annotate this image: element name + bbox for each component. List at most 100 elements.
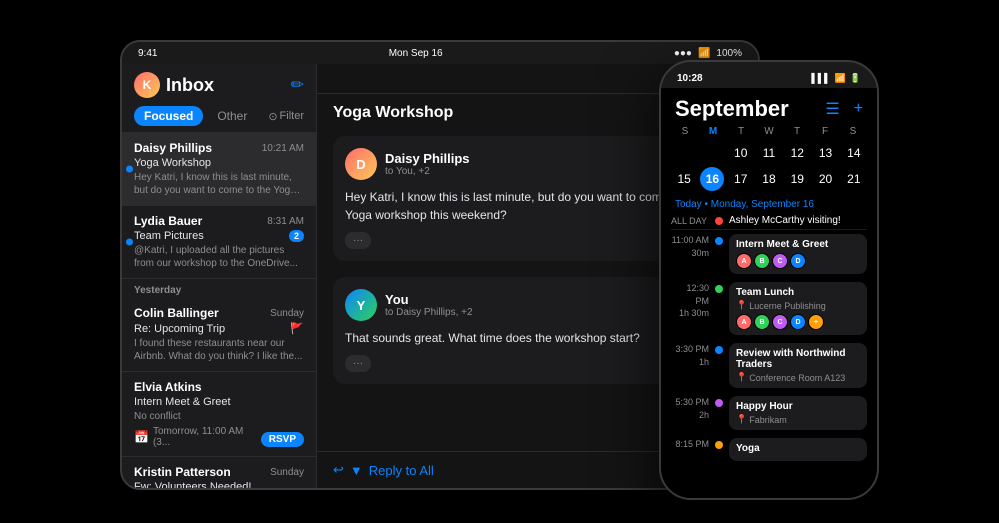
phone-battery-icon: 🔋 bbox=[850, 73, 861, 84]
event-location: 📍 Lucerne Publishing bbox=[736, 300, 860, 311]
cal-day[interactable]: 20 bbox=[814, 167, 838, 191]
phone-calendar: September ☰ + S M T W T F S 10 11 1 bbox=[661, 88, 877, 498]
event-row: 8:15 PM Yoga bbox=[671, 438, 867, 461]
event-name: Review with Northwind Traders bbox=[736, 348, 860, 370]
quick-action-1[interactable]: ··· bbox=[345, 232, 371, 249]
compose-button[interactable]: ✏ bbox=[291, 75, 304, 95]
phone-signal-icon: ▌▌▌ bbox=[811, 73, 830, 83]
email-preview: Hey Katri, I know this is last minute, b… bbox=[134, 171, 304, 197]
day-label-t2: T bbox=[783, 126, 811, 137]
unread-badge: 2 bbox=[289, 230, 304, 242]
tablet-time: 9:41 bbox=[138, 48, 157, 59]
inbox-title-left: K Inbox bbox=[134, 72, 214, 98]
event-row: 3:30 PM1h Review with Northwind Traders … bbox=[671, 343, 867, 388]
email-time: 8:31 AM bbox=[267, 216, 304, 227]
message-sender-info: D Daisy Phillips to You, +2 bbox=[345, 148, 470, 180]
phone-wifi-icon: 📶 bbox=[835, 73, 846, 84]
event-row: 12:30 PM1h 30m Team Lunch 📍 Lucerne Publ… bbox=[671, 282, 867, 335]
all-day-label: ALL DAY bbox=[671, 216, 709, 226]
tab-other[interactable]: Other bbox=[209, 106, 255, 126]
sender-details: You to Daisy Phillips, +2 bbox=[385, 292, 473, 318]
calendar-header: September ☰ + bbox=[661, 88, 877, 126]
tablet-status-bar: 9:41 Mon Sep 16 ●●● 📶 100% bbox=[122, 42, 758, 64]
all-day-event-text: Ashley McCarthy visiting! bbox=[729, 215, 841, 226]
rsvp-button[interactable]: RSVP bbox=[261, 432, 304, 447]
cal-day-today[interactable]: 16 bbox=[700, 167, 724, 191]
tablet-signal-area: ●●● 📶 100% bbox=[674, 48, 742, 59]
cal-day[interactable]: 21 bbox=[842, 167, 866, 191]
cal-day[interactable]: 15 bbox=[672, 167, 696, 191]
list-item[interactable]: Colin Ballinger Sunday Re: Upcoming Trip… bbox=[122, 298, 316, 372]
email-item-header: Colin Ballinger Sunday bbox=[134, 306, 304, 320]
event-avatars: A B C D + bbox=[736, 314, 860, 330]
reply-label: ▼ bbox=[350, 463, 363, 478]
event-time: 8:15 PM bbox=[671, 438, 709, 451]
email-time: 10:21 AM bbox=[262, 143, 304, 154]
attendee-avatar: B bbox=[754, 253, 770, 269]
msg-recipients: to You, +2 bbox=[385, 166, 470, 177]
event-name: Yoga bbox=[736, 443, 860, 454]
email-sender: Elvia Atkins bbox=[134, 380, 202, 394]
calendar-list-view-icon[interactable]: ☰ bbox=[825, 99, 839, 119]
location-pin-icon: 📍 bbox=[736, 414, 747, 425]
event-time-col: 11:00 AM30m bbox=[671, 234, 709, 259]
message-sender-info: Y You to Daisy Phillips, +2 bbox=[345, 289, 473, 321]
list-item[interactable]: Lydia Bauer 8:31 AM Team Pictures 2 @Kat… bbox=[122, 206, 316, 279]
msg-recipients: to Daisy Phillips, +2 bbox=[385, 307, 473, 318]
email-subject: Intern Meet & Greet bbox=[134, 396, 304, 408]
day-label-f: F bbox=[811, 126, 839, 137]
sender-avatar: D bbox=[345, 148, 377, 180]
email-subject-text: Re: Upcoming Trip bbox=[134, 323, 225, 335]
event-card[interactable]: Yoga bbox=[729, 438, 867, 461]
cal-day[interactable]: 12 bbox=[785, 141, 809, 165]
cal-day[interactable]: 18 bbox=[757, 167, 781, 191]
attendee-avatar: + bbox=[808, 314, 824, 330]
list-item[interactable]: Daisy Phillips 10:21 AM Yoga Workshop He… bbox=[122, 133, 316, 206]
cal-day[interactable]: 11 bbox=[757, 141, 781, 165]
cal-day[interactable]: 19 bbox=[785, 167, 809, 191]
list-item[interactable]: Elvia Atkins Intern Meet & Greet No conf… bbox=[122, 372, 316, 457]
unread-indicator bbox=[126, 239, 133, 246]
event-dot bbox=[715, 441, 723, 449]
email-subject-text: Team Pictures bbox=[134, 230, 204, 242]
calendar-events: ALL DAY Ashley McCarthy visiting! 11:00 … bbox=[661, 212, 877, 498]
event-dot bbox=[715, 399, 723, 407]
attendee-avatar: D bbox=[790, 253, 806, 269]
phone-status-bar: 10:28 ▌▌▌ 📶 🔋 bbox=[661, 62, 877, 88]
reply-all-button[interactable]: ↩ ▼ Reply to All bbox=[333, 462, 434, 478]
cal-day[interactable] bbox=[672, 141, 696, 165]
inbox-title-row: K Inbox ✏ bbox=[134, 72, 304, 98]
email-time: Sunday bbox=[270, 467, 304, 478]
filter-label: Filter bbox=[280, 110, 304, 122]
event-time: 5:30 PM2h bbox=[671, 396, 709, 421]
email-preview: I found these restaurants near our Airbn… bbox=[134, 337, 304, 363]
event-card[interactable]: Intern Meet & Greet A B C D bbox=[729, 234, 867, 274]
cal-day[interactable]: 14 bbox=[842, 141, 866, 165]
cal-day[interactable]: 10 bbox=[729, 141, 753, 165]
email-item-header: Elvia Atkins bbox=[134, 380, 304, 394]
reminder-text: Tomorrow, 11:00 AM (3... bbox=[153, 426, 257, 448]
tablet-signal: ●●● bbox=[674, 48, 692, 59]
event-card[interactable]: Happy Hour 📍 Fabrikam bbox=[729, 396, 867, 430]
all-day-event: ALL DAY Ashley McCarthy visiting! bbox=[671, 212, 867, 230]
day-label-w: W bbox=[755, 126, 783, 137]
sender-details: Daisy Phillips to You, +2 bbox=[385, 151, 470, 177]
email-subject: Yoga Workshop bbox=[134, 157, 304, 169]
event-card[interactable]: Review with Northwind Traders 📍 Conferen… bbox=[729, 343, 867, 388]
cal-day[interactable]: 17 bbox=[729, 167, 753, 191]
quick-action-1[interactable]: ··· bbox=[345, 355, 371, 372]
event-row: 11:00 AM30m Intern Meet & Greet A B C D bbox=[671, 234, 867, 274]
cal-day[interactable]: 13 bbox=[814, 141, 838, 165]
filter-button[interactable]: ⊙ Filter bbox=[268, 110, 304, 123]
event-card[interactable]: Team Lunch 📍 Lucerne Publishing A B C D … bbox=[729, 282, 867, 335]
email-sidebar: K Inbox ✏ Focused Other ⊙ Filter bbox=[122, 64, 317, 488]
calendar-grid: S M T W T F S 10 11 12 13 14 15 16 17 18 bbox=[661, 126, 877, 195]
msg-sender-name: You bbox=[385, 292, 473, 307]
calendar-add-event-icon[interactable]: + bbox=[854, 100, 863, 118]
tab-focused[interactable]: Focused bbox=[134, 106, 203, 126]
list-item[interactable]: Kristin Patterson Sunday Fw: Volunteers … bbox=[122, 457, 316, 488]
cal-day[interactable] bbox=[700, 141, 724, 165]
unread-indicator bbox=[126, 166, 133, 173]
email-item-header: Lydia Bauer 8:31 AM bbox=[134, 214, 304, 228]
inbox-title: Inbox bbox=[166, 75, 214, 96]
